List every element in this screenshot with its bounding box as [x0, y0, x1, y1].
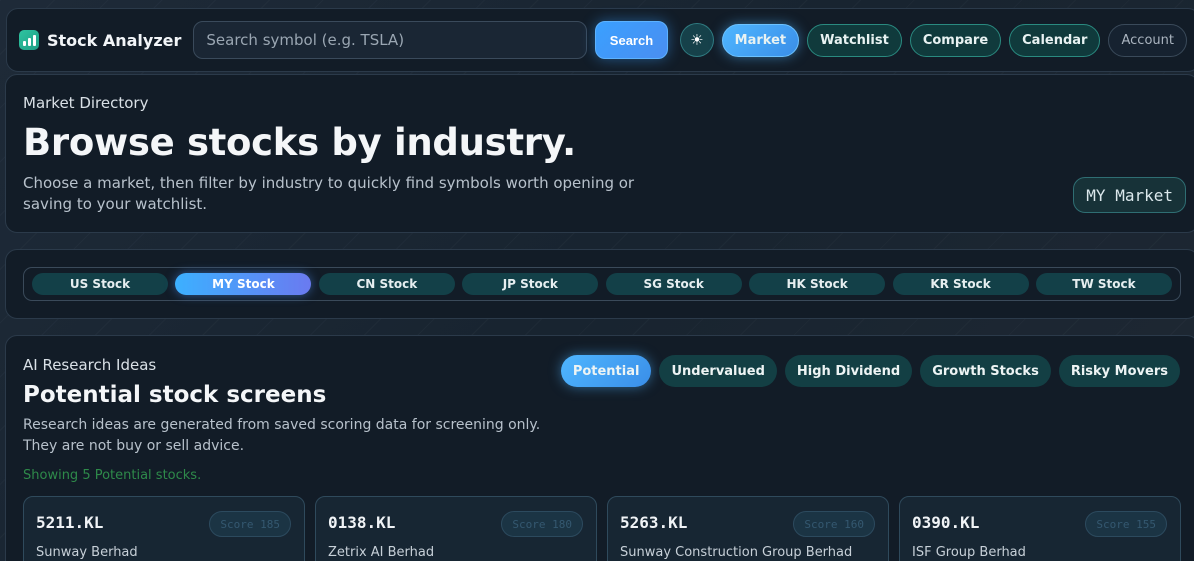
market-badge: MY Market [1073, 177, 1186, 213]
stock-symbol: 5263.KL [620, 513, 688, 532]
filter-growth-stocks[interactable]: Growth Stocks [920, 355, 1051, 387]
nav-calendar[interactable]: Calendar [1009, 23, 1101, 57]
tab-jp-stock[interactable]: JP Stock [462, 273, 599, 295]
stock-name: Sunway Berhad [36, 545, 138, 560]
nav-watchlist[interactable]: Watchlist [807, 23, 902, 57]
filter-undervalued[interactable]: Undervalued [659, 355, 777, 387]
top-navigation-bar: Stock Analyzer Search ☀ Market Watchlist… [6, 8, 1194, 72]
score-badge: Score 185 [209, 511, 291, 537]
score-badge: Score 155 [1085, 511, 1167, 537]
stock-symbol: 0138.KL [328, 513, 396, 532]
stock-card[interactable]: 5211.KL Score 185 Sunway Berhad [23, 496, 305, 561]
research-description: Research ideas are generated from saved … [23, 417, 541, 454]
directory-title: Browse stocks by industry. [23, 121, 576, 164]
stock-name: Sunway Construction Group Berhad [620, 545, 853, 560]
tab-cn-stock[interactable]: CN Stock [318, 273, 455, 295]
tab-hk-stock[interactable]: HK Stock [749, 273, 886, 295]
tab-sg-stock[interactable]: SG Stock [605, 273, 742, 295]
directory-description: Choose a market, then filter by industry… [23, 174, 635, 213]
filter-risky-movers[interactable]: Risky Movers [1058, 355, 1180, 387]
results-count: Showing 5 Potential stocks. [23, 468, 202, 483]
directory-eyebrow: Market Directory [23, 94, 149, 112]
stock-cards: 5211.KL Score 185 Sunway Berhad 0138.KL … [23, 496, 1181, 561]
stock-card[interactable]: 5263.KL Score 160 Sunway Construction Gr… [607, 496, 889, 561]
nav-market[interactable]: Market [721, 23, 800, 57]
app-logo[interactable]: Stock Analyzer [19, 30, 181, 50]
search-input[interactable] [193, 21, 588, 59]
stock-symbol: 0390.KL [912, 513, 980, 532]
search-button[interactable]: Search [595, 21, 668, 59]
research-title: Potential stock screens [23, 382, 327, 408]
theme-toggle-button[interactable]: ☀ [679, 23, 714, 57]
chart-bar-icon [19, 30, 39, 50]
tab-us-stock[interactable]: US Stock [32, 273, 168, 295]
score-badge: Score 180 [501, 511, 583, 537]
research-eyebrow: AI Research Ideas [23, 356, 157, 374]
sun-icon: ☀ [690, 31, 704, 49]
stock-card[interactable]: 0138.KL Score 180 Zetrix AI Berhad [315, 496, 597, 561]
filter-high-dividend[interactable]: High Dividend [784, 355, 913, 387]
market-tabs-panel: US Stock MY Stock CN Stock JP Stock SG S… [5, 249, 1194, 319]
tab-my-stock[interactable]: MY Stock [175, 273, 312, 295]
stock-name: ISF Group Berhad [912, 545, 1026, 560]
nav-compare[interactable]: Compare [909, 23, 1002, 57]
tab-kr-stock[interactable]: KR Stock [892, 273, 1029, 295]
filter-potential[interactable]: Potential [560, 355, 652, 387]
market-tabs: US Stock MY Stock CN Stock JP Stock SG S… [23, 267, 1181, 301]
screen-filters: Potential Undervalued High Dividend Grow… [560, 355, 1180, 387]
stock-card[interactable]: 0390.KL Score 155 ISF Group Berhad [899, 496, 1181, 561]
app-title: Stock Analyzer [47, 30, 182, 50]
main-nav: Market Watchlist Compare Calendar Accoun… [721, 23, 1187, 57]
research-ideas-panel: AI Research Ideas Potential stock screen… [5, 335, 1194, 561]
stock-symbol: 5211.KL [36, 513, 104, 532]
market-directory-panel: Market Directory Browse stocks by indust… [5, 74, 1194, 233]
tab-tw-stock[interactable]: TW Stock [1035, 273, 1172, 295]
nav-account[interactable]: Account [1108, 23, 1187, 57]
stock-name: Zetrix AI Berhad [328, 545, 435, 560]
score-badge: Score 160 [793, 511, 875, 537]
